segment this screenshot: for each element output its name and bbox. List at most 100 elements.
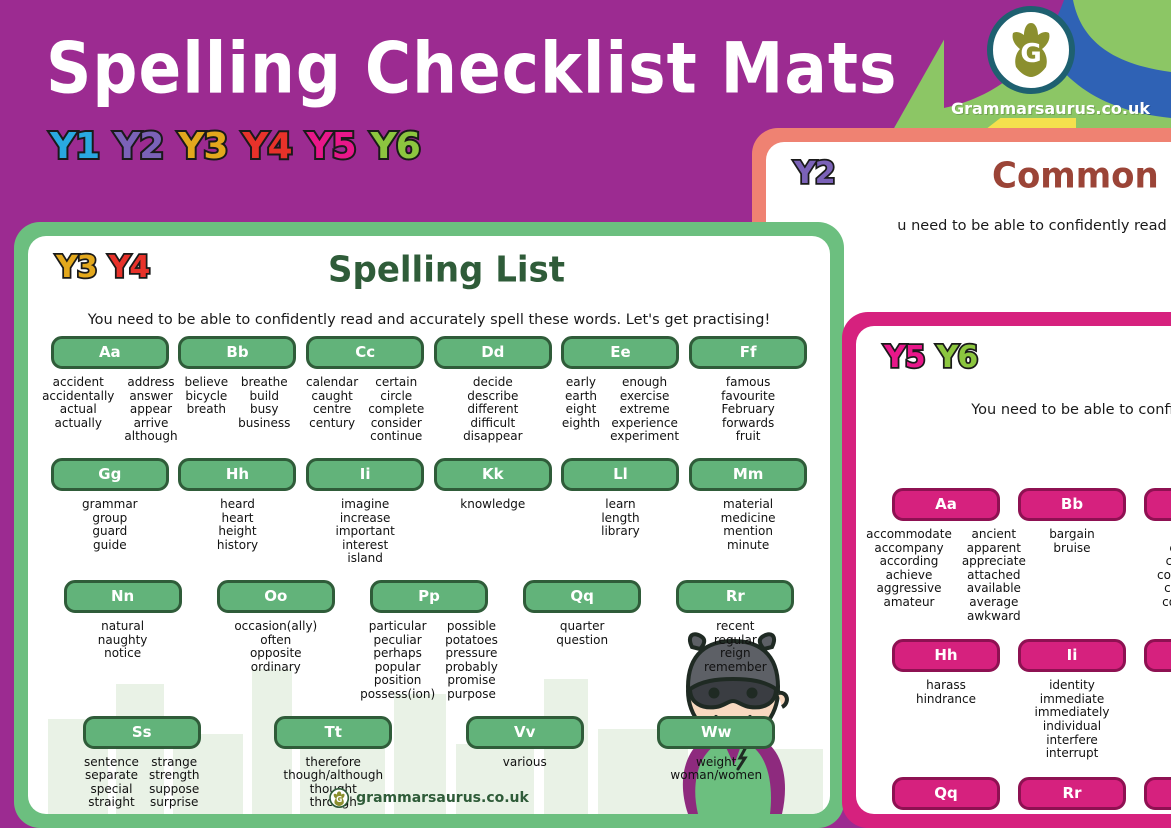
letter-pill: Gg	[50, 457, 169, 491]
mat-y5-y6[interactable]: Y5 Y6 You need to be able to confid Aa ac…	[842, 312, 1171, 828]
word-item: grammar	[82, 496, 138, 511]
svg-text:G: G	[336, 795, 342, 804]
mat-y3-y4[interactable]: Y3 Y4 Spelling List You need to be able …	[14, 222, 844, 828]
word-item: minute	[726, 537, 770, 552]
word-column: weight woman/women	[670, 754, 763, 783]
letter-pill: Qq	[892, 776, 1000, 810]
word-item: address	[127, 375, 175, 389]
word-item: library	[601, 524, 640, 539]
word-item: mention	[723, 524, 773, 539]
word-item: caught	[311, 388, 353, 403]
word-column: enough exercise extreme experience experimen…	[610, 375, 680, 444]
word-item: interest	[342, 537, 389, 552]
word-list: heard heart height history	[178, 496, 296, 552]
year-badge-y2: Y2	[112, 124, 166, 169]
word-list: decide describe different difficult disappea…	[434, 375, 552, 444]
word-item: position	[373, 673, 422, 688]
letter-pill: Ll	[561, 457, 680, 491]
word-item: arrive	[133, 415, 169, 430]
letter-group-hh: Hh heard heart height history	[178, 457, 297, 552]
word-list: calendar caught centre century certain circle…	[306, 375, 424, 444]
word-list: quarter question	[523, 619, 641, 647]
letter-pill: Bb	[1018, 488, 1126, 521]
letter-pill: Hh	[892, 639, 1000, 673]
word-item: ancient	[971, 527, 1017, 541]
word-item: accommodate	[866, 527, 952, 541]
word-item: often	[260, 632, 292, 647]
letter-pill: Ii	[306, 457, 425, 491]
word-item: bargain	[1049, 527, 1095, 541]
mat-y2-year-badges: Y2	[792, 154, 837, 193]
word-item: favourite	[721, 388, 776, 403]
word-item: competition	[1162, 594, 1171, 609]
word-item: apparent	[966, 540, 1021, 555]
word-item: eighth	[561, 415, 601, 430]
word-item: particular	[368, 618, 427, 633]
letter-group-nn: Nn natural naughty notice	[63, 579, 182, 661]
mat-y3-y4-year-badges: Y3 Y4	[54, 248, 152, 287]
word-item: busy	[249, 402, 279, 417]
letter-pill: Aa	[50, 336, 169, 369]
word-item: special	[90, 781, 133, 796]
word-item: heart	[221, 510, 254, 525]
word-item: surprise	[150, 795, 199, 810]
word-item: amateur	[883, 594, 935, 609]
word-item: although	[124, 429, 178, 444]
word-item: aggressive	[876, 581, 942, 596]
word-column: categorycemeterycommitteecommunicatecomm…	[1157, 528, 1171, 610]
word-item: circle	[380, 388, 413, 403]
word-column: sentence separate special straight	[84, 755, 139, 810]
letter-pill: Ee	[561, 336, 680, 369]
word-column: possible potatoes pressure probably promise p…	[445, 619, 498, 702]
letter-group-ll: Ll lanlelig	[1144, 639, 1171, 720]
word-item: recent	[716, 618, 755, 633]
word-item: harass	[926, 678, 966, 693]
letter-group-bb: Bb believe bicycle breath breathe build busy bu…	[178, 336, 297, 430]
mat-y3-y4-body: Y3 Y4 Spelling List You need to be able …	[28, 236, 830, 810]
year-badge-y5: Y5	[882, 338, 927, 377]
letter-group-ii: Ii imagine increase important interest island	[306, 457, 425, 566]
word-item: heard	[220, 496, 255, 511]
letter-group-rr: Rr recent regular reign remember	[676, 579, 795, 674]
word-item: probably	[445, 659, 498, 674]
letter-row: Aa accident accidentally actual actually addr…	[42, 336, 812, 444]
word-item: immediately	[1034, 705, 1110, 720]
mat-y2-header: Y2 Common E	[766, 142, 1171, 216]
grammarsaurus-logo[interactable]: G Grammarsaurus.co.uk	[951, 6, 1150, 118]
word-item: various	[502, 754, 547, 769]
word-item: promise	[447, 673, 496, 688]
letter-group-rr: Rrrecogniserecommendrelevantrestaurant	[1018, 776, 1126, 814]
word-item: woman/women	[670, 768, 763, 783]
mat-y3-y4-branding: G grammarsaurus.co.uk	[329, 788, 529, 808]
word-column: various	[502, 754, 547, 770]
word-column: identity immediate immediately individual in…	[1035, 679, 1110, 761]
letter-group-ee: Ee early earth eight eighth enough exercise ext…	[561, 336, 680, 444]
word-list: knowledge	[434, 496, 552, 512]
word-item: continue	[370, 429, 423, 444]
letter-group-cc: Cc calendar caught centre century certain circ…	[306, 336, 424, 444]
word-item: knowledge	[460, 496, 526, 511]
letter-pill: Bb	[178, 336, 297, 369]
word-item: though/although	[283, 768, 384, 783]
letter-pill: Ww	[657, 715, 776, 749]
word-column: quarter question	[556, 619, 608, 647]
word-item: business	[238, 415, 291, 430]
letter-row: Hh harass hindrance Ii identity immediate imme…	[892, 639, 1171, 761]
word-item: bicycle	[185, 388, 228, 403]
word-column: decide describe different difficult disappea…	[463, 375, 522, 444]
word-item: experiment	[610, 429, 680, 444]
word-list: early earth eight eighth enough exercise extre…	[561, 375, 680, 444]
word-item: guide	[93, 537, 127, 552]
word-item: perhaps	[373, 646, 422, 661]
word-item: weight	[696, 754, 737, 769]
word-item: certain	[375, 375, 418, 389]
word-list: particular peculiar perhaps popular position…	[360, 619, 498, 702]
word-item: therefore	[305, 754, 361, 769]
mat-y3-y4-letter-grid: Aa accident accidentally actual actually addr…	[28, 328, 830, 810]
letter-group-vv: Vv various	[465, 715, 584, 770]
year-badge-y5: Y5	[304, 124, 358, 169]
letter-group-mm: Mm material medicine mention minute	[689, 457, 808, 552]
word-column: address answer appear arrive although	[124, 375, 178, 444]
word-item: fruit	[735, 429, 761, 444]
word-item: ordinary	[250, 659, 301, 674]
